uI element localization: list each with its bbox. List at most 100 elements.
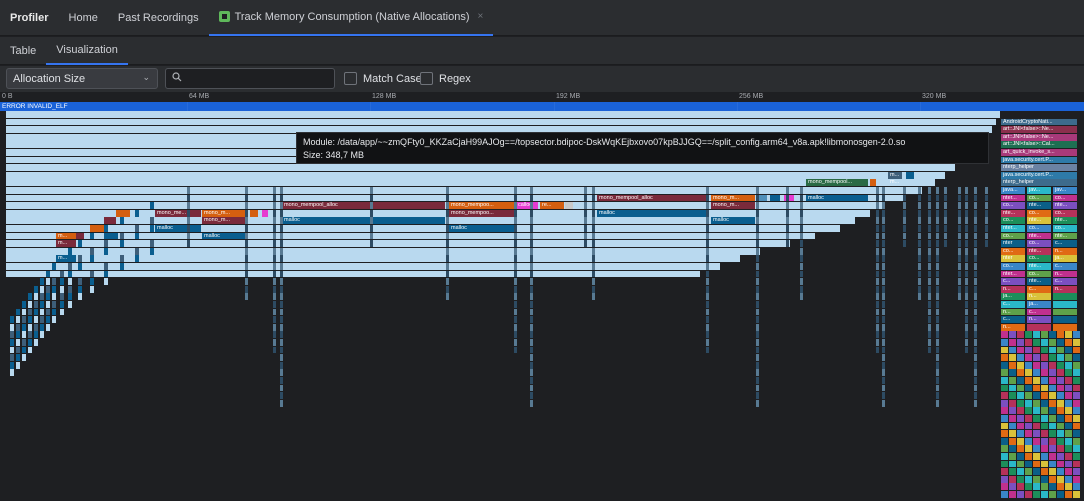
flame-frame[interactable]	[273, 232, 276, 240]
flame-frame[interactable]	[280, 392, 283, 399]
flame-frame[interactable]	[928, 263, 931, 270]
flame-frame[interactable]	[1001, 399, 1008, 407]
flame-frame[interactable]	[1001, 430, 1008, 437]
flame-frame[interactable]	[756, 308, 759, 316]
flame-frame[interactable]	[882, 285, 885, 293]
flame-frame[interactable]	[592, 225, 595, 232]
flame-frame[interactable]	[280, 187, 283, 194]
flame-frame[interactable]: n...	[1053, 270, 1077, 278]
flame-frame[interactable]	[1053, 308, 1077, 316]
flame-frame[interactable]	[756, 255, 759, 263]
flame-frame[interactable]	[592, 247, 595, 255]
flame-frame[interactable]: c...	[1053, 263, 1077, 270]
flame-frame[interactable]	[958, 293, 961, 301]
flame-frame[interactable]	[1001, 339, 1008, 346]
flame-frame[interactable]	[514, 323, 517, 331]
flame-frame[interactable]	[1073, 437, 1080, 445]
flame-frame[interactable]	[756, 316, 759, 323]
flame-frame[interactable]	[280, 240, 283, 247]
flame-frame[interactable]	[882, 240, 885, 247]
flame-frame[interactable]	[262, 209, 268, 217]
flame-frame[interactable]	[756, 194, 759, 202]
flame-frame[interactable]	[985, 194, 988, 202]
flame-frame[interactable]: nte...	[1027, 202, 1051, 209]
flame-frame[interactable]	[1057, 399, 1064, 407]
flame-frame[interactable]	[1033, 346, 1040, 354]
flame-frame[interactable]	[530, 285, 533, 293]
flame-frame[interactable]	[918, 247, 921, 255]
flame-frame[interactable]	[1025, 453, 1032, 460]
flame-frame[interactable]: co...	[1027, 225, 1051, 232]
flame-frame[interactable]	[958, 270, 961, 278]
flame-frame[interactable]	[245, 263, 248, 270]
flame-frame[interactable]	[187, 217, 190, 225]
flame-frame[interactable]	[1009, 346, 1016, 354]
flame-frame[interactable]	[882, 225, 885, 232]
flame-frame[interactable]	[958, 247, 961, 255]
flame-frame[interactable]	[974, 354, 977, 361]
flame-frame[interactable]: jav...	[1053, 187, 1077, 194]
flame-frame[interactable]	[16, 361, 20, 369]
flame-frame[interactable]	[446, 247, 449, 255]
flame-frame[interactable]: malloc	[202, 232, 246, 240]
flame-frame[interactable]	[514, 225, 517, 232]
flame-frame[interactable]	[1017, 346, 1024, 354]
flame-frame[interactable]	[928, 225, 931, 232]
flame-frame[interactable]	[1009, 369, 1016, 377]
flame-frame[interactable]	[882, 354, 885, 361]
flame-frame[interactable]	[1001, 445, 1008, 453]
flame-frame[interactable]	[876, 323, 879, 331]
flame-frame[interactable]	[928, 187, 931, 194]
flame-frame[interactable]	[1073, 354, 1080, 361]
flame-frame[interactable]	[52, 308, 56, 316]
flame-frame[interactable]	[40, 323, 44, 331]
flame-frame[interactable]	[78, 255, 82, 263]
flame-frame[interactable]	[1001, 468, 1008, 475]
flame-frame[interactable]	[1049, 422, 1056, 430]
flame-frame[interactable]	[150, 240, 154, 247]
flame-frame[interactable]: art::JNI<false>::Ne...	[1001, 133, 1077, 141]
flame-frame[interactable]	[985, 240, 988, 247]
flame-frame[interactable]	[706, 187, 709, 194]
flame-frame[interactable]	[974, 232, 977, 240]
flame-frame[interactable]	[756, 301, 759, 308]
flame-frame[interactable]	[965, 331, 968, 339]
flame-frame[interactable]	[1009, 483, 1016, 491]
flame-frame[interactable]: nter...	[1001, 194, 1025, 202]
flame-frame[interactable]	[150, 202, 154, 209]
flame-frame[interactable]: malloc	[597, 209, 707, 217]
flame-frame[interactable]	[1073, 339, 1080, 346]
flame-frame[interactable]	[446, 293, 449, 301]
flame-frame[interactable]	[34, 285, 38, 293]
flame-frame[interactable]	[250, 209, 258, 217]
flame-frame[interactable]	[936, 361, 939, 369]
flame-frame[interactable]	[280, 399, 283, 407]
flame-frame[interactable]	[76, 232, 84, 240]
flame-frame[interactable]	[1025, 346, 1032, 354]
flame-frame[interactable]	[706, 323, 709, 331]
flame-frame[interactable]	[514, 194, 517, 202]
flame-frame[interactable]	[78, 247, 82, 255]
flame-frame[interactable]	[1049, 415, 1056, 422]
flame-frame[interactable]	[52, 270, 56, 278]
flame-frame[interactable]	[273, 255, 276, 263]
flame-frame[interactable]	[28, 339, 32, 346]
flame-frame[interactable]	[786, 240, 789, 247]
flame-frame[interactable]: mono_mempool_alloc	[282, 202, 445, 209]
flame-frame[interactable]: co...	[1053, 209, 1077, 217]
flame-frame[interactable]	[22, 346, 26, 354]
flame-frame[interactable]	[1025, 399, 1032, 407]
flame-frame[interactable]	[68, 278, 72, 285]
flame-frame[interactable]	[1033, 407, 1040, 415]
flame-frame[interactable]: mono_m...	[711, 194, 755, 202]
flame-frame[interactable]: nte...	[1053, 217, 1077, 225]
flame-frame[interactable]	[1027, 323, 1051, 331]
flame-frame[interactable]	[1073, 392, 1080, 399]
flame-frame[interactable]	[280, 255, 283, 263]
flame-frame[interactable]	[120, 255, 124, 263]
flame-frame[interactable]	[1057, 354, 1064, 361]
flame-frame[interactable]	[756, 240, 759, 247]
flame-frame[interactable]	[273, 293, 276, 301]
flame-frame[interactable]	[16, 346, 20, 354]
flame-frame[interactable]	[903, 225, 906, 232]
